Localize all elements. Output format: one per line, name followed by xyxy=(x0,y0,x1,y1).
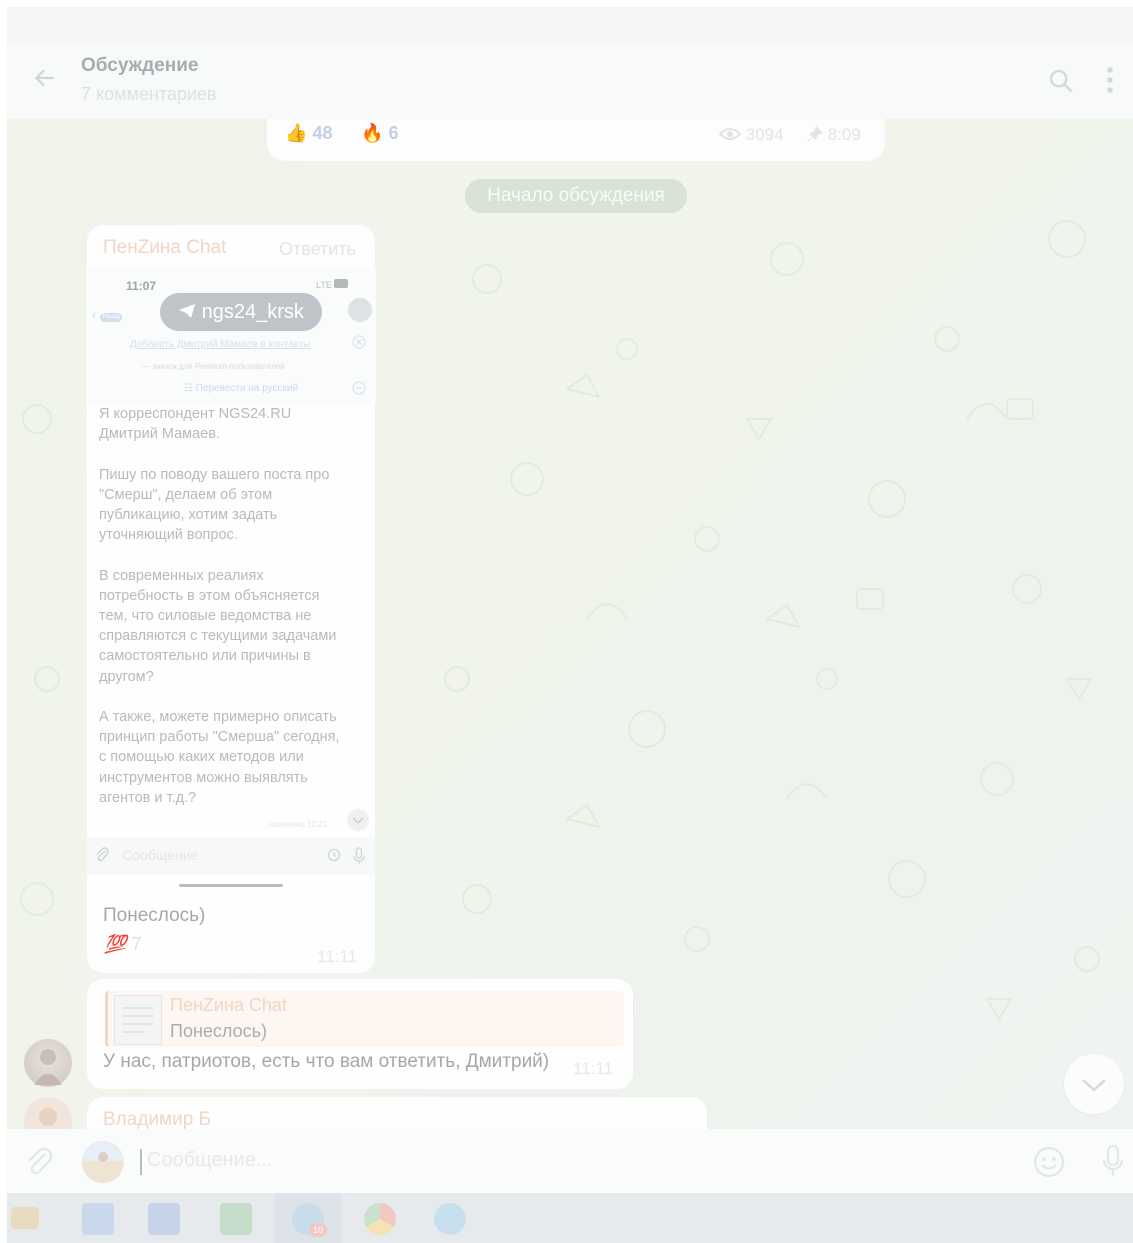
chrome-icon xyxy=(364,1203,396,1235)
header-title[interactable]: Обсуждение xyxy=(81,55,198,77)
discussion-start-pill: Начало обсуждения xyxy=(465,179,687,213)
screenshot-edited-time: изменено 10:21 xyxy=(269,820,328,829)
screenshot-premium-note: — значок для Premium-пользователей xyxy=(142,362,285,371)
telegram-plane-icon xyxy=(179,304,196,318)
reply-button[interactable]: Ответить xyxy=(279,239,356,260)
reaction-fire[interactable]: 🔥 6 xyxy=(361,123,398,144)
outlook-icon xyxy=(82,1203,114,1235)
screenshot-paperclip-icon xyxy=(96,847,109,862)
eye-icon xyxy=(718,128,742,140)
message-input[interactable]: Сообщение... xyxy=(147,1149,273,1172)
taskbar-file-explorer[interactable] xyxy=(7,1193,47,1243)
message-composer: Сообщение... xyxy=(7,1129,1133,1193)
more-vertical-icon[interactable] xyxy=(1105,65,1115,95)
telegram-window: Обсуждение 7 комментариев 👍 48 🔥 6 3094 … xyxy=(7,7,1133,1243)
screenshot-chevron-down-icon xyxy=(347,809,369,831)
title-strip xyxy=(7,7,1133,43)
taskbar-word[interactable] xyxy=(131,1193,197,1243)
taskbar-excel[interactable] xyxy=(203,1193,269,1243)
message-sender[interactable]: ПенZина Chat xyxy=(103,237,226,259)
taskbar-telegram[interactable]: 10 xyxy=(275,1193,341,1243)
quoted-message[interactable]: ПенZина Chat Понеслось) xyxy=(105,991,624,1047)
quote-sender: ПенZина Chat xyxy=(170,995,287,1015)
screenshot-network: LTE xyxy=(316,280,332,290)
screenshot-input-placeholder: Сообщение xyxy=(122,847,199,863)
screenshot-status-time: 11:07 xyxy=(126,279,157,293)
person-silhouette-icon xyxy=(34,1049,62,1085)
telegram-unread-badge: 10 xyxy=(309,1223,327,1237)
user-avatar[interactable] xyxy=(24,1097,72,1129)
translate-icon: ☷ xyxy=(184,383,193,394)
message-time: 11:11 xyxy=(573,1059,614,1078)
close-circle-icon xyxy=(352,335,366,349)
reaction-100[interactable]: 💯 7 xyxy=(104,934,141,955)
scroll-down-button[interactable] xyxy=(1064,1054,1124,1114)
quote-thumbnail xyxy=(114,995,162,1045)
word-icon xyxy=(148,1203,180,1235)
user-avatar[interactable] xyxy=(24,1039,72,1087)
text-cursor xyxy=(140,1149,142,1175)
beach-photo-icon xyxy=(82,1141,124,1183)
header-subtitle: 7 комментариев xyxy=(81,84,217,104)
screenshot-message-text: Я корреспондент NGS24.RU Дмитрий Мамаев.… xyxy=(99,406,340,806)
taskbar-outlook[interactable] xyxy=(65,1193,131,1243)
screenshot-input-bar: Сообщение xyxy=(87,837,375,875)
chat-header: Обсуждение 7 комментариев xyxy=(7,43,1133,123)
back-arrow-icon[interactable] xyxy=(32,65,58,91)
search-icon[interactable] xyxy=(1047,67,1075,95)
post-time: 8:09 xyxy=(807,125,861,145)
screenshot-clock-icon xyxy=(327,848,341,862)
reaction-thumbs-up[interactable]: 👍 48 xyxy=(285,123,332,144)
post-views: 3094 xyxy=(718,125,784,145)
attached-screenshot[interactable]: 11:07 LTE ‹ Назад ngs24_krsk Добавить Дм… xyxy=(86,267,376,403)
message-sender[interactable]: Владимир Б xyxy=(103,1109,211,1129)
emoji-icon[interactable] xyxy=(1033,1146,1065,1178)
skype-icon xyxy=(434,1203,466,1235)
screenshot-mic-icon xyxy=(353,847,365,864)
taskbar-chrome[interactable] xyxy=(347,1193,413,1243)
screenshot-avatar xyxy=(348,298,372,322)
person-photo-icon xyxy=(39,1108,57,1126)
battery-icon xyxy=(334,279,348,288)
message-text: У нас, патриотов, есть что вам ответить,… xyxy=(103,1051,550,1072)
folder-icon xyxy=(11,1207,39,1229)
message-text: Понеслось) xyxy=(103,905,206,926)
message-time: 11:11 xyxy=(317,947,358,966)
screenshot-home-indicator xyxy=(179,884,283,887)
screenshot-back-icon: ‹ Назад xyxy=(92,307,130,322)
windows-taskbar: 10 xyxy=(7,1193,1133,1243)
screenshot-add-contact: Добавить Дмитрий Мамаев в контакты xyxy=(130,339,311,350)
pin-icon xyxy=(807,126,823,142)
screenshot-translate: ☷ Перевести на русский xyxy=(184,383,299,394)
quote-text: Понеслось) xyxy=(170,1021,267,1041)
microphone-icon[interactable] xyxy=(1101,1144,1125,1178)
send-as-avatar[interactable] xyxy=(82,1141,124,1183)
taskbar-skype[interactable] xyxy=(417,1193,483,1243)
channel-chip: ngs24_krsk xyxy=(160,293,322,331)
chat-area[interactable]: 👍 48 🔥 6 3094 8:09 Начало обсуждения Пен… xyxy=(7,119,1133,1129)
post-footer: 👍 48 🔥 6 3094 8:09 xyxy=(267,119,885,161)
excel-icon xyxy=(220,1203,252,1235)
paperclip-icon[interactable] xyxy=(25,1147,53,1177)
minus-circle-icon xyxy=(352,381,366,395)
